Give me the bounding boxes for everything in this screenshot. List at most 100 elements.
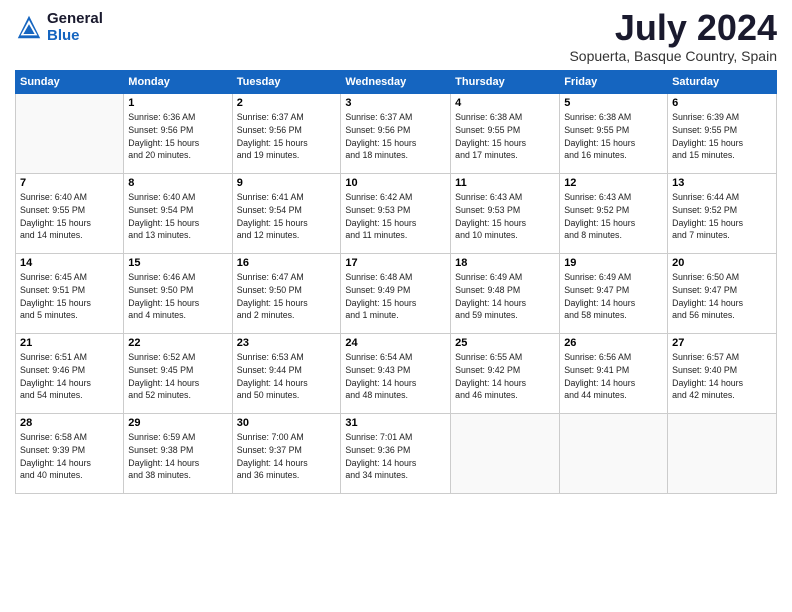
table-row: 30 Sunrise: 7:00 AMSunset: 9:37 PMDayligh…	[232, 414, 341, 494]
logo-icon	[15, 13, 43, 41]
day-number: 21	[20, 337, 119, 349]
day-number: 25	[455, 337, 555, 349]
day-info: Sunrise: 6:38 AMSunset: 9:55 PMDaylight:…	[564, 111, 663, 162]
day-info: Sunrise: 7:01 AMSunset: 9:36 PMDaylight:…	[345, 431, 446, 482]
day-number: 13	[672, 177, 772, 189]
table-row: 5 Sunrise: 6:38 AMSunset: 9:55 PMDaylight…	[560, 94, 668, 174]
calendar-table: Sunday Monday Tuesday Wednesday Thursday…	[15, 70, 777, 494]
day-info: Sunrise: 6:39 AMSunset: 9:55 PMDaylight:…	[672, 111, 772, 162]
day-info: Sunrise: 6:55 AMSunset: 9:42 PMDaylight:…	[455, 351, 555, 402]
table-row: 25 Sunrise: 6:55 AMSunset: 9:42 PMDayligh…	[451, 334, 560, 414]
day-number: 7	[20, 177, 119, 189]
day-info: Sunrise: 7:00 AMSunset: 9:37 PMDaylight:…	[237, 431, 337, 482]
table-row: 27Sunrise: 6:57 AMSunset: 9:40 PMDayligh…	[668, 334, 777, 414]
table-row: 23 Sunrise: 6:53 AMSunset: 9:44 PMDayligh…	[232, 334, 341, 414]
day-number: 12	[564, 177, 663, 189]
day-info: Sunrise: 6:46 AMSunset: 9:50 PMDaylight:…	[128, 271, 227, 322]
table-row: 7 Sunrise: 6:40 AMSunset: 9:55 PMDaylight…	[16, 174, 124, 254]
header: General Blue July 2024 Sopuerta, Basque …	[15, 10, 777, 64]
day-number: 6	[672, 97, 772, 109]
day-number: 8	[128, 177, 227, 189]
table-row: 2 Sunrise: 6:37 AMSunset: 9:56 PMDaylight…	[232, 94, 341, 174]
table-row: 4Sunrise: 6:38 AMSunset: 9:55 PMDaylight…	[451, 94, 560, 174]
day-info: Sunrise: 6:54 AMSunset: 9:43 PMDaylight:…	[345, 351, 446, 402]
table-row: 11 Sunrise: 6:43 AMSunset: 9:53 PMDayligh…	[451, 174, 560, 254]
day-info: Sunrise: 6:41 AMSunset: 9:54 PMDaylight:…	[237, 191, 337, 242]
day-number: 23	[237, 337, 337, 349]
table-row: 24 Sunrise: 6:54 AMSunset: 9:43 PMDayligh…	[341, 334, 451, 414]
day-number: 3	[345, 97, 446, 109]
day-info: Sunrise: 6:53 AMSunset: 9:44 PMDaylight:…	[237, 351, 337, 402]
day-number: 31	[345, 417, 446, 429]
title-area: July 2024 Sopuerta, Basque Country, Spai…	[569, 10, 777, 64]
calendar-week-3: 14 Sunrise: 6:45 AMSunset: 9:51 PMDayligh…	[16, 254, 777, 334]
table-row: 16 Sunrise: 6:47 AMSunset: 9:50 PMDayligh…	[232, 254, 341, 334]
table-row	[16, 94, 124, 174]
calendar-week-2: 7 Sunrise: 6:40 AMSunset: 9:55 PMDaylight…	[16, 174, 777, 254]
calendar-header-row: Sunday Monday Tuesday Wednesday Thursday…	[16, 71, 777, 94]
page: General Blue July 2024 Sopuerta, Basque …	[0, 0, 792, 612]
table-row: 15Sunrise: 6:46 AMSunset: 9:50 PMDayligh…	[124, 254, 232, 334]
table-row: 28 Sunrise: 6:58 AMSunset: 9:39 PMDayligh…	[16, 414, 124, 494]
col-wednesday: Wednesday	[341, 71, 451, 94]
day-info: Sunrise: 6:51 AMSunset: 9:46 PMDaylight:…	[20, 351, 119, 402]
table-row: 6 Sunrise: 6:39 AMSunset: 9:55 PMDaylight…	[668, 94, 777, 174]
day-info: Sunrise: 6:56 AMSunset: 9:41 PMDaylight:…	[564, 351, 663, 402]
day-number: 20	[672, 257, 772, 269]
col-saturday: Saturday	[668, 71, 777, 94]
col-thursday: Thursday	[451, 71, 560, 94]
day-number: 1	[128, 97, 227, 109]
table-row: 13 Sunrise: 6:44 AMSunset: 9:52 PMDayligh…	[668, 174, 777, 254]
day-info: Sunrise: 6:49 AMSunset: 9:47 PMDaylight:…	[564, 271, 663, 322]
day-info: Sunrise: 6:43 AMSunset: 9:53 PMDaylight:…	[455, 191, 555, 242]
day-number: 5	[564, 97, 663, 109]
day-number: 29	[128, 417, 227, 429]
day-info: Sunrise: 6:45 AMSunset: 9:51 PMDaylight:…	[20, 271, 119, 322]
table-row: 9 Sunrise: 6:41 AMSunset: 9:54 PMDaylight…	[232, 174, 341, 254]
day-number: 14	[20, 257, 119, 269]
day-info: Sunrise: 6:52 AMSunset: 9:45 PMDaylight:…	[128, 351, 227, 402]
day-number: 9	[237, 177, 337, 189]
table-row: 10 Sunrise: 6:42 AMSunset: 9:53 PMDayligh…	[341, 174, 451, 254]
table-row: 22 Sunrise: 6:52 AMSunset: 9:45 PMDayligh…	[124, 334, 232, 414]
day-info: Sunrise: 6:42 AMSunset: 9:53 PMDaylight:…	[345, 191, 446, 242]
day-info: Sunrise: 6:37 AMSunset: 9:56 PMDaylight:…	[345, 111, 446, 162]
calendar-week-4: 21 Sunrise: 6:51 AMSunset: 9:46 PMDayligh…	[16, 334, 777, 414]
day-number: 30	[237, 417, 337, 429]
col-sunday: Sunday	[16, 71, 124, 94]
table-row: 26 Sunrise: 6:56 AMSunset: 9:41 PMDayligh…	[560, 334, 668, 414]
calendar-week-1: 1Sunrise: 6:36 AMSunset: 9:56 PMDaylight…	[16, 94, 777, 174]
day-info: Sunrise: 6:40 AMSunset: 9:55 PMDaylight:…	[20, 191, 119, 242]
day-info: Sunrise: 6:58 AMSunset: 9:39 PMDaylight:…	[20, 431, 119, 482]
table-row: 20Sunrise: 6:50 AMSunset: 9:47 PMDayligh…	[668, 254, 777, 334]
day-number: 19	[564, 257, 663, 269]
day-number: 24	[345, 337, 446, 349]
day-info: Sunrise: 6:47 AMSunset: 9:50 PMDaylight:…	[237, 271, 337, 322]
day-number: 26	[564, 337, 663, 349]
table-row: 1Sunrise: 6:36 AMSunset: 9:56 PMDaylight…	[124, 94, 232, 174]
day-number: 27	[672, 337, 772, 349]
day-number: 10	[345, 177, 446, 189]
col-tuesday: Tuesday	[232, 71, 341, 94]
table-row	[560, 414, 668, 494]
month-title: July 2024	[569, 10, 777, 46]
day-info: Sunrise: 6:49 AMSunset: 9:48 PMDaylight:…	[455, 271, 555, 322]
day-info: Sunrise: 6:48 AMSunset: 9:49 PMDaylight:…	[345, 271, 446, 322]
day-number: 16	[237, 257, 337, 269]
day-info: Sunrise: 6:43 AMSunset: 9:52 PMDaylight:…	[564, 191, 663, 242]
day-info: Sunrise: 6:44 AMSunset: 9:52 PMDaylight:…	[672, 191, 772, 242]
day-number: 18	[455, 257, 555, 269]
table-row: 8 Sunrise: 6:40 AMSunset: 9:54 PMDaylight…	[124, 174, 232, 254]
day-number: 2	[237, 97, 337, 109]
day-info: Sunrise: 6:37 AMSunset: 9:56 PMDaylight:…	[237, 111, 337, 162]
day-number: 28	[20, 417, 119, 429]
day-info: Sunrise: 6:38 AMSunset: 9:55 PMDaylight:…	[455, 111, 555, 162]
table-row: 17Sunrise: 6:48 AMSunset: 9:49 PMDayligh…	[341, 254, 451, 334]
calendar-week-5: 28 Sunrise: 6:58 AMSunset: 9:39 PMDayligh…	[16, 414, 777, 494]
day-number: 22	[128, 337, 227, 349]
day-info: Sunrise: 6:40 AMSunset: 9:54 PMDaylight:…	[128, 191, 227, 242]
logo: General Blue	[15, 10, 103, 44]
table-row: 21 Sunrise: 6:51 AMSunset: 9:46 PMDayligh…	[16, 334, 124, 414]
table-row	[668, 414, 777, 494]
day-number: 11	[455, 177, 555, 189]
